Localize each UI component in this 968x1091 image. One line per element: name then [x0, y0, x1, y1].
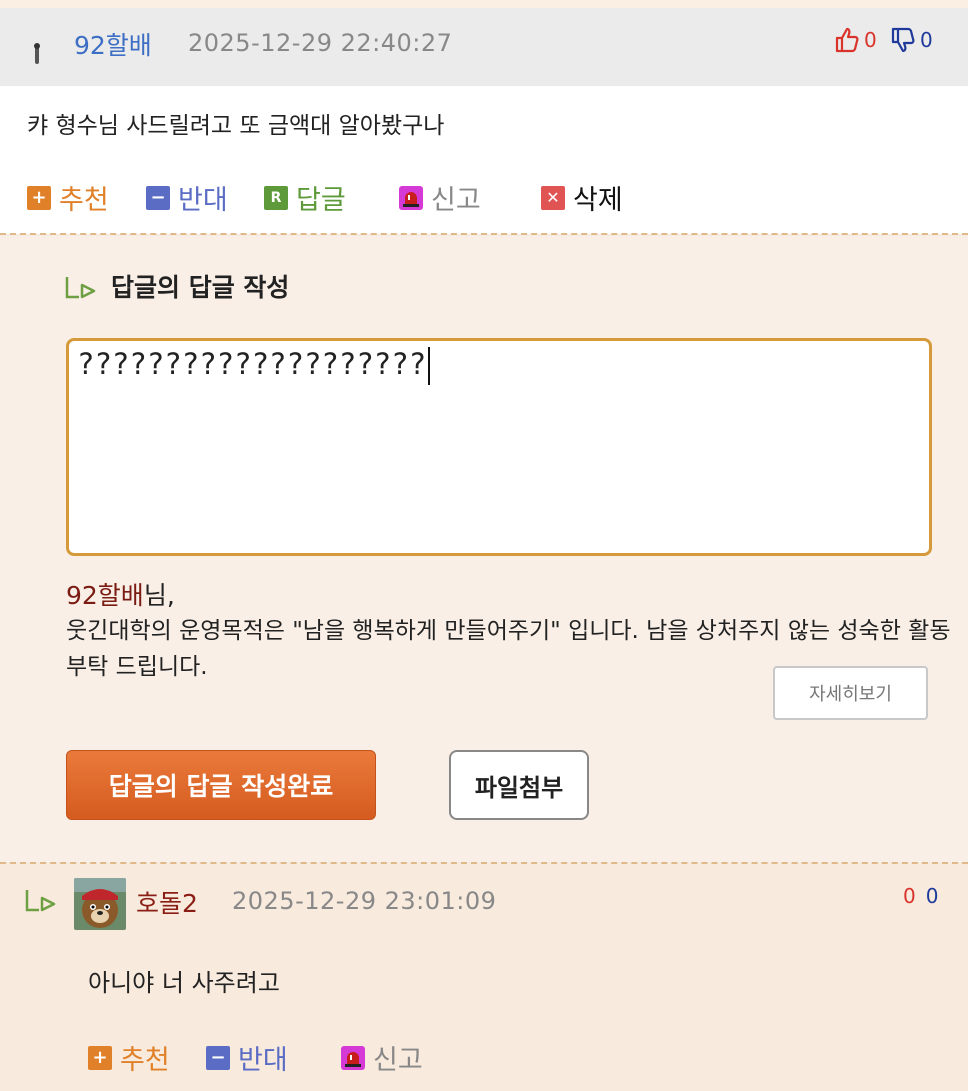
thumbs-down-icon: [891, 27, 915, 53]
upvote-count: 0: [864, 28, 877, 52]
reply-label: 답글: [296, 185, 346, 216]
report-button[interactable]: 신고: [341, 1038, 423, 1077]
author-avatar[interactable]: [74, 878, 126, 930]
upvote-count[interactable]: 0: [903, 884, 916, 908]
reply-r-icon: R: [264, 185, 288, 210]
comment-text: 캬 형수님 사드릴려고 또 금액대 알아봤구나: [27, 113, 445, 139]
comment-text: 아니야 너 사주려고: [88, 969, 280, 997]
notice-suffix: 님,: [143, 581, 175, 610]
minus-icon: −: [206, 1045, 230, 1070]
plus-icon: +: [88, 1045, 112, 1070]
siren-icon: [399, 185, 423, 210]
siren-icon: [341, 1045, 365, 1070]
report-label: 신고: [431, 185, 481, 216]
reply-arrow-icon: [24, 888, 58, 918]
top-strip: [0, 0, 968, 8]
upvote-button[interactable]: 0: [834, 26, 877, 54]
downvote-count[interactable]: 0: [926, 884, 939, 908]
submit-reply-button[interactable]: 답글의 답글 작성완료: [66, 750, 376, 820]
recommend-label: 추천: [59, 185, 109, 216]
minus-icon: −: [146, 185, 170, 210]
oppose-label: 반대: [238, 1045, 288, 1076]
comment-author[interactable]: 92할배: [74, 26, 152, 62]
reply-form-title: 답글의 답글 작성: [111, 273, 290, 302]
recommend-button[interactable]: + 추천: [88, 1038, 170, 1077]
plus-icon: +: [27, 185, 51, 210]
text-caret: [428, 347, 431, 385]
oppose-label: 반대: [178, 185, 228, 216]
vote-counts: 00: [903, 884, 938, 908]
comment-author[interactable]: 호돌2: [136, 884, 198, 920]
recommend-button[interactable]: + 추천: [27, 178, 109, 217]
downvote-count: 0: [920, 28, 933, 52]
downvote-button[interactable]: 0: [890, 26, 933, 54]
author-avatar[interactable]: [33, 40, 41, 68]
report-label: 신고: [373, 1045, 423, 1076]
reply-textarea[interactable]: ????????????????????: [66, 338, 932, 556]
detail-button[interactable]: 자세히보기: [773, 666, 928, 720]
reply-button[interactable]: R 답글: [264, 178, 346, 217]
file-attach-button[interactable]: 파일첨부: [449, 750, 589, 820]
comment-datetime: 2025-12-29 22:40:27: [188, 29, 453, 57]
oppose-button[interactable]: − 반대: [146, 178, 228, 217]
close-x-icon: ✕: [541, 185, 565, 210]
notice-user-name: 92할배: [66, 581, 144, 610]
delete-label: 삭제: [573, 185, 623, 216]
thumbs-up-icon: [835, 27, 859, 53]
dashed-divider: [0, 233, 968, 235]
oppose-button[interactable]: − 반대: [206, 1038, 288, 1077]
recommend-label: 추천: [120, 1045, 170, 1076]
notice-greeting: 92할배님,: [66, 576, 175, 612]
report-button[interactable]: 신고: [399, 178, 481, 217]
delete-button[interactable]: ✕ 삭제: [541, 178, 623, 217]
comment-datetime: 2025-12-29 23:01:09: [232, 887, 497, 915]
reply-input-value: ????????????????????: [77, 347, 427, 381]
reply-arrow-icon: [64, 275, 98, 305]
